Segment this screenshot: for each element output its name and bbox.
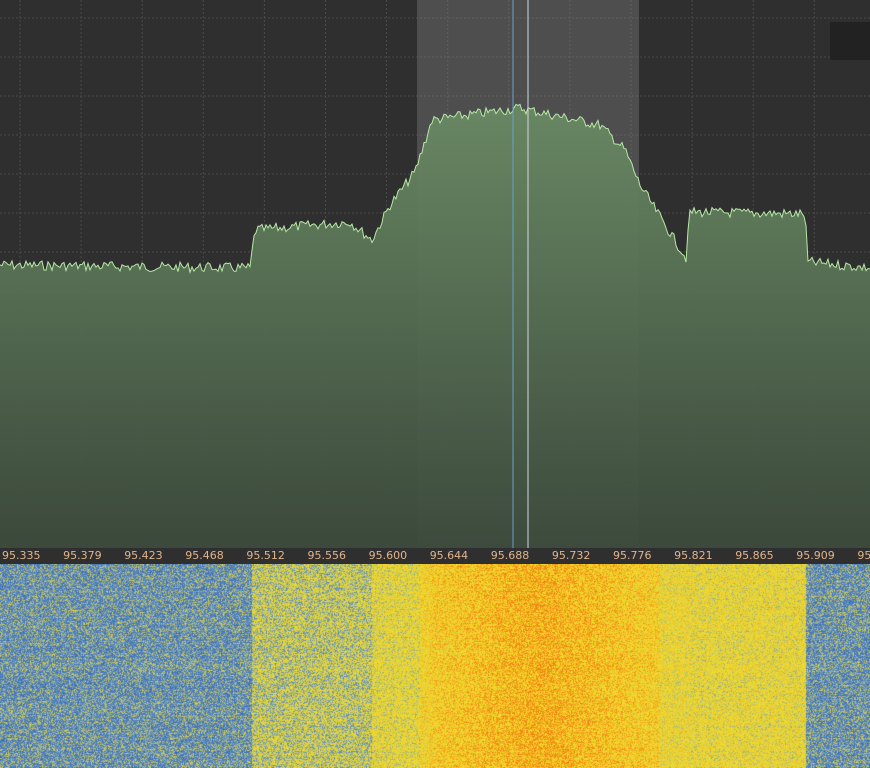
axis-tick-label: 95.776 (613, 549, 652, 562)
axis-tick-label: 95.556 (307, 549, 347, 562)
axis-tick-label: 95.688 (490, 549, 530, 562)
spectrum-fill (0, 104, 870, 548)
spectrum-plot[interactable] (0, 0, 870, 548)
axis-tick-label: 95.732 (551, 549, 591, 562)
axis-tick-label: 95.865 (735, 549, 774, 562)
waterfall-display[interactable] (0, 564, 870, 768)
axis-tick-label: 95.909 (796, 549, 835, 562)
spectrum-svg (0, 0, 870, 548)
axis-tick-label: 95.600 (368, 549, 408, 562)
axis-tick-label: 95 (857, 549, 870, 562)
axis-tick-label: 95.644 (429, 549, 469, 562)
axis-tick-label: 95.468 (185, 549, 224, 562)
axis-tick-label: 95.821 (674, 549, 713, 562)
display-options-button[interactable] (830, 22, 870, 60)
frequency-axis: 95.335 95.379 95.423 95.468 95.512 95.556 95.6… (0, 548, 870, 564)
axis-tick-label: 95.512 (246, 549, 285, 562)
axis-tick-label: 95.335 (2, 549, 41, 562)
waterfall-canvas (0, 564, 870, 768)
axis-tick-label: 95.379 (63, 549, 102, 562)
axis-tick-label: 95.423 (124, 549, 163, 562)
